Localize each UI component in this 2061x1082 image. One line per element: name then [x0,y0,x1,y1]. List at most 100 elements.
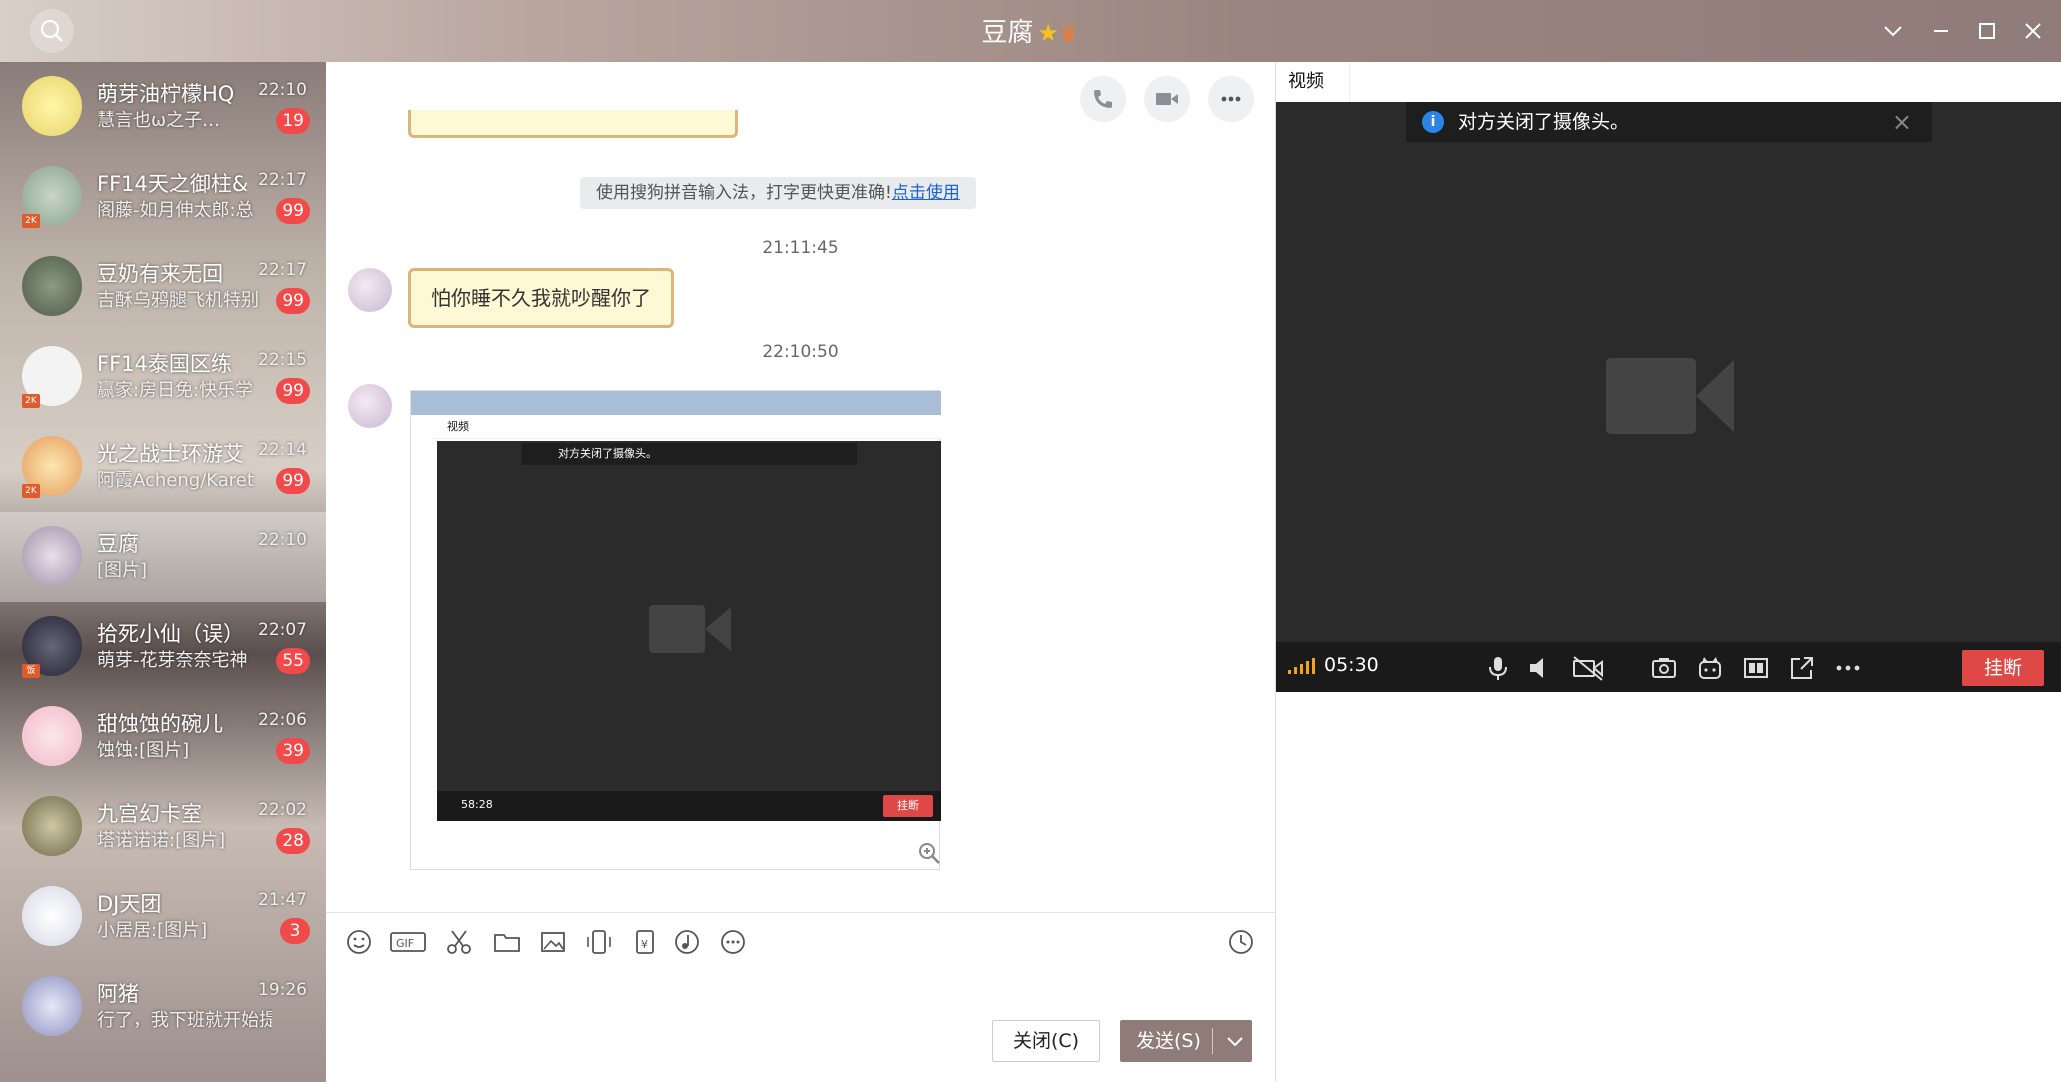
embedded-titlebar [411,391,941,415]
vip-icon: ♛ [1058,22,1079,47]
effects-icon[interactable] [1696,654,1724,682]
conversation-preview: 塔诺诺诺:[图片] [97,830,226,851]
unread-badge: 99 [276,468,310,494]
embedded-hangup: 挂断 [883,795,933,817]
tab-video[interactable]: 视频 [1276,62,1350,102]
maximize-button[interactable] [1972,16,2002,46]
conversation-item[interactable]: 甜蚀蚀的碗儿 22:06 蚀蚀:[图片] 39 [0,692,326,782]
unread-badge: 3 [280,918,310,944]
screenshot-icon[interactable] [1650,654,1678,682]
message-bubble-partial [408,110,738,138]
conversation-name: FF14天之御柱& [97,172,247,196]
window-title-area: 豆腐 ★♛ [900,12,1160,49]
conversation-item[interactable]: 九宫幻卡室 22:02 塔诺诺诺:[图片] 28 [0,782,326,872]
conversation-list[interactable]: 萌芽油柠檬HQ 22:10 慧言也ω之子… 19 2K FF14天之御柱& 22… [0,62,326,1082]
image-message[interactable]: 视频 对方关闭了摄像头。 58:28 挂断 [410,390,941,870]
camera-off-toggle-icon[interactable] [1572,654,1604,682]
search-button[interactable] [30,9,74,53]
conversation-item[interactable]: 阿猪 19:26 行了，我下班就开始提醒 [0,962,326,1052]
conversation-item[interactable]: DJ天团 21:47 小居居:[图片] 3 [0,872,326,962]
folder-icon[interactable] [492,927,522,957]
conversation-item[interactable]: 2K 光之战士环游艾 22:14 阿霞Acheng/Karet 99 [0,422,326,512]
conversation-name: 豆奶有来无回 [97,262,223,286]
embedded-video-area: 对方关闭了摄像头。 [437,441,941,821]
chevron-down-icon[interactable] [1222,1020,1248,1062]
unread-badge: 99 [276,288,310,314]
more-icon[interactable] [1834,654,1862,682]
red-packet-icon[interactable]: ¥ [630,927,660,957]
phone-icon [1094,90,1112,108]
emoji-icon[interactable] [344,927,374,957]
conversation-item[interactable]: 豆奶有来无回 22:17 吉酥乌鸦腿飞机特别 99 [0,242,326,332]
conversation-name: 豆腐 [97,532,139,556]
conversation-time: 22:10 [258,530,307,550]
hint-link[interactable]: 点击使用 [892,183,960,203]
call-control-bar: 05:30 挂断 [1276,642,2061,692]
conversation-name: 阿猪 [97,982,139,1006]
send-separator [1212,1028,1213,1054]
microphone-icon[interactable] [1484,654,1512,682]
conversation-time: 19:26 [258,980,307,1000]
layout-icon[interactable] [1742,654,1770,682]
conversation-preview: 慧言也ω之子… [97,110,221,131]
svg-text:¥: ¥ [641,938,648,951]
send-button[interactable]: 发送(S) [1120,1020,1252,1062]
zoom-in-icon[interactable] [917,841,941,865]
image-icon[interactable] [538,927,568,957]
speaker-icon[interactable] [1526,654,1554,682]
avatar [22,256,82,316]
history-clock-icon[interactable] [1226,927,1256,957]
close-window-button[interactable] [2018,16,2048,46]
group-tag: 2K [22,394,40,408]
conversation-item[interactable]: 萌芽油柠檬HQ 22:10 慧言也ω之子… 19 [0,62,326,152]
close-notice-icon[interactable]: × [1892,102,1912,142]
shake-icon[interactable] [584,927,614,957]
popout-icon[interactable] [1788,654,1816,682]
conversation-name: 甜蚀蚀的碗儿 [97,712,223,736]
send-label: 发送(S) [1136,1030,1201,1052]
dropdown-button[interactable] [1878,16,1908,46]
video-call-button[interactable] [1144,76,1190,122]
more-tools-icon[interactable] [718,927,748,957]
unread-badge: 39 [276,738,310,764]
title-bar: 豆腐 ★♛ [0,0,2061,62]
close-chat-button[interactable]: 关闭(C) [992,1020,1100,1062]
minimize-button[interactable] [1926,16,1956,46]
group-tag: 2K [22,484,40,498]
conversation-preview: 蚀蚀:[图片] [97,740,190,761]
conversation-item-active[interactable]: 豆腐 22:10 [图片] [0,512,326,602]
conversation-time: 22:14 [258,440,307,460]
unread-badge: 55 [276,648,310,674]
avatar [348,268,392,312]
timestamp: 22:10:50 [762,342,839,362]
avatar [22,76,82,136]
conversation-time: 22:06 [258,710,307,730]
conversation-item[interactable]: 饭 拾死小仙（误） 22:07 萌芽-花芽奈奈宅神 55 [0,602,326,692]
voice-call-button[interactable] [1080,76,1126,122]
call-time: 05:30 [1324,654,1379,676]
music-icon[interactable] [672,927,702,957]
conversation-time: 22:07 [258,620,307,640]
group-tag: 2K [22,214,40,228]
embedded-call-bar: 58:28 挂断 [437,791,941,821]
conversation-preview: [图片] [97,560,148,581]
avatar [22,526,82,586]
camera-off-notice: i 对方关闭了摄像头。 × [1406,102,1932,142]
conversation-time: 22:17 [258,170,307,190]
hangup-button[interactable]: 挂断 [1962,650,2044,686]
more-button[interactable] [1208,76,1254,122]
conversation-time: 22:17 [258,260,307,280]
embedded-notice: 对方关闭了摄像头。 [522,443,857,465]
conversation-name: DJ天团 [97,892,162,916]
conversation-name: 拾死小仙（误） [97,622,244,646]
conversation-item[interactable]: 2K FF14泰国区练 22:15 赢家:房日免:快乐学 99 [0,332,326,422]
more-icon [1221,96,1241,102]
timestamp: 21:11:45 [762,238,839,258]
embedded-tab: 视频 [431,415,941,439]
unread-badge: 19 [276,108,310,134]
conversation-item[interactable]: 2K FF14天之御柱& 22:17 阁藤-如月伸太郎:总 99 [0,152,326,242]
gif-icon[interactable]: GIF [390,927,426,957]
scissors-icon[interactable] [444,927,474,957]
close-icon [2025,23,2041,39]
conversation-preview: 萌芽-花芽奈奈宅神 [97,650,248,671]
